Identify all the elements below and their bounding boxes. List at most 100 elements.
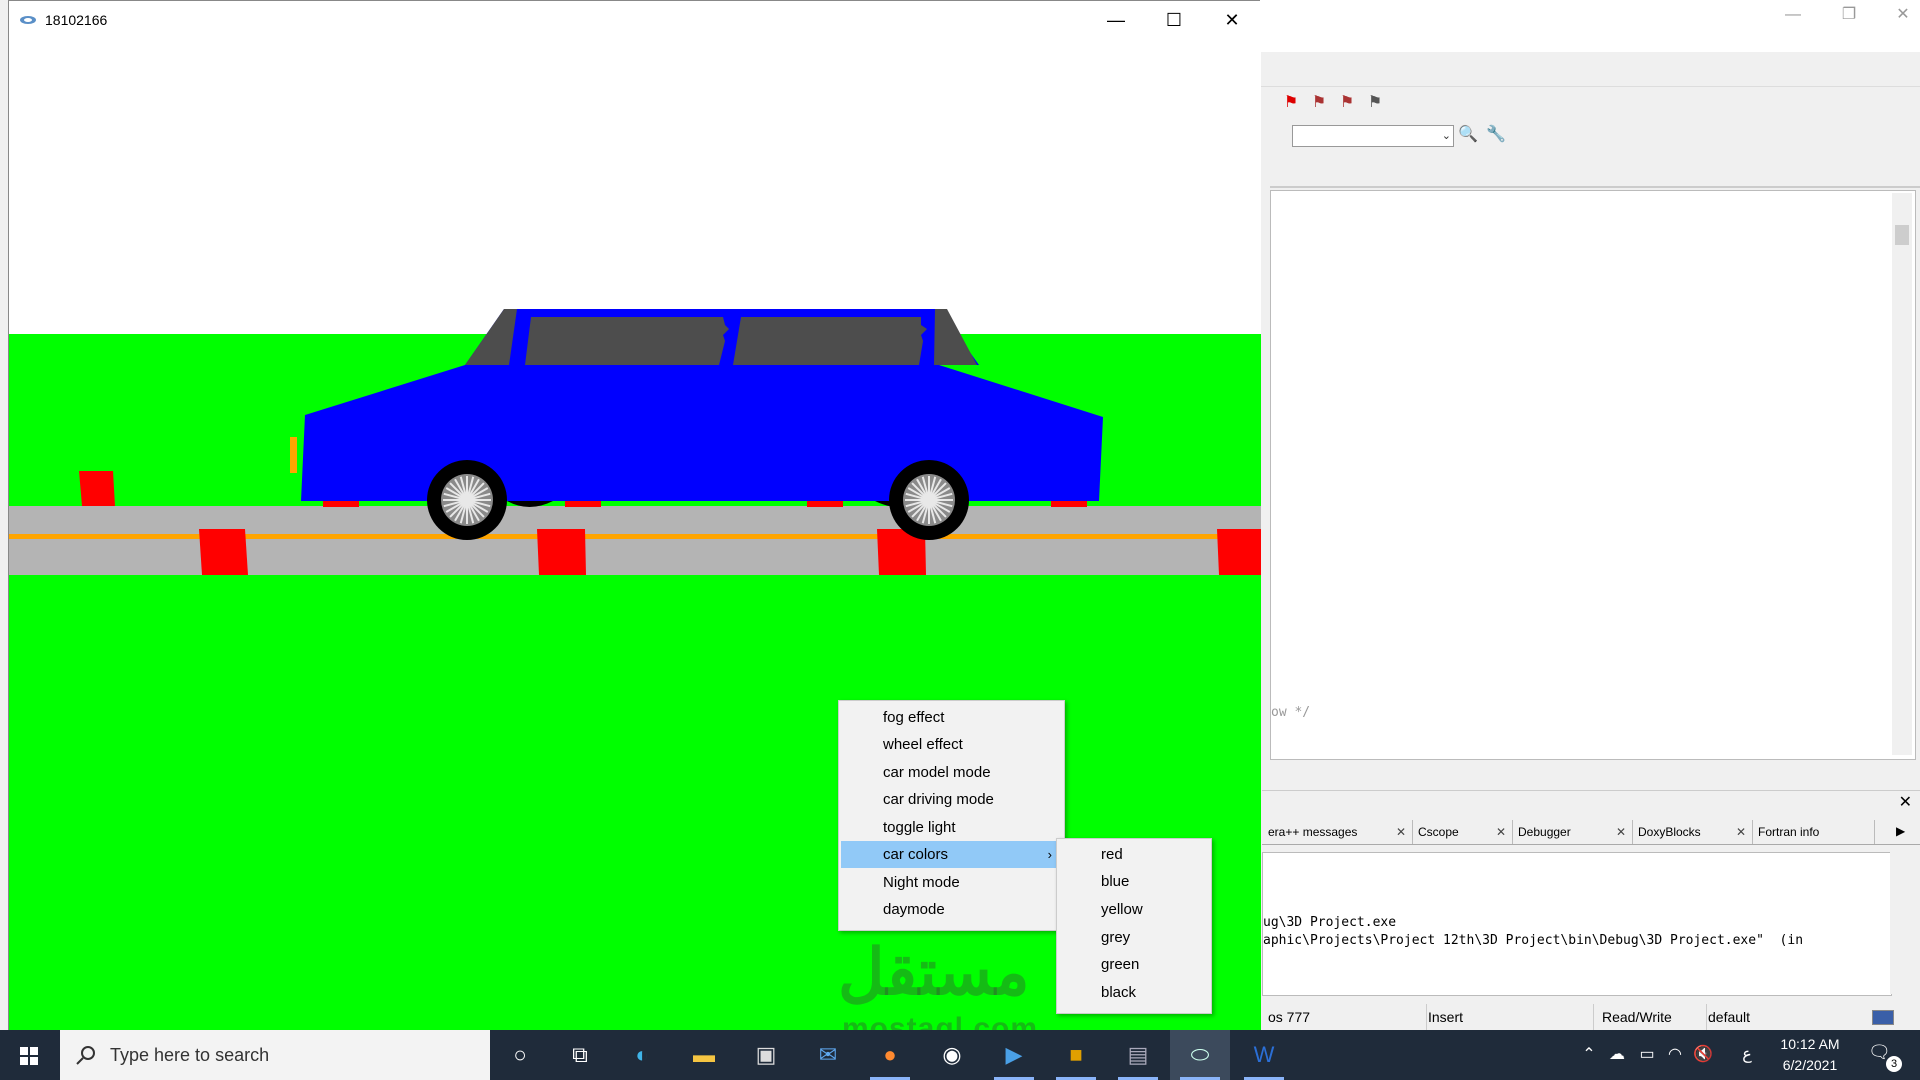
ide-close-button[interactable]: ✕: [1880, 0, 1920, 30]
log-line: aphic\Projects\Project 12th\3D Project\b…: [1263, 933, 1804, 948]
bookmark-flag-icon[interactable]: ⚑: [1280, 92, 1302, 114]
wifi-icon[interactable]: ◠: [1664, 1044, 1686, 1064]
submenu-item-blue[interactable]: blue: [1059, 868, 1209, 895]
submenu-item-green[interactable]: green: [1059, 951, 1209, 978]
opengl-app-icon[interactable]: ⬭: [1170, 1030, 1230, 1080]
menu-item-car-colors[interactable]: car colors ›: [841, 841, 1062, 868]
watermark-logo: مستقل: [838, 936, 1030, 1008]
log-line: ug\3D Project.exe: [1263, 915, 1397, 930]
editor-vertical-scrollbar[interactable]: [1892, 193, 1912, 755]
ide-editor-tabs: [1270, 164, 1920, 188]
task-view-icon[interactable]: ⧉: [550, 1030, 610, 1080]
word-icon[interactable]: W: [1234, 1030, 1294, 1080]
maximize-button[interactable]: ☐: [1145, 1, 1203, 39]
roadside-block: [1217, 529, 1261, 575]
search-placeholder: Type here to search: [110, 1045, 270, 1065]
rear-wheel: [889, 460, 969, 540]
app-title: 18102166: [45, 12, 108, 28]
paint-icon[interactable]: ■: [1046, 1030, 1106, 1080]
tab-build-messages[interactable]: era++ messages ✕: [1262, 820, 1413, 844]
car-headlight: [290, 437, 297, 473]
menu-item-toggle-light[interactable]: toggle light: [841, 814, 1062, 841]
file-explorer-icon[interactable]: ▬: [674, 1030, 734, 1080]
tab-fortran-info[interactable]: Fortran info: [1752, 820, 1875, 844]
log-vertical-scrollbar[interactable]: [1890, 852, 1912, 994]
ide-titlebar: — ❐ ✕: [1260, 0, 1920, 52]
next-bookmark-icon[interactable]: ⚑: [1336, 92, 1358, 114]
app-icon: [19, 13, 37, 27]
chevron-down-icon: ⌄: [1441, 130, 1451, 142]
show-hidden-icons[interactable]: ⌃: [1578, 1044, 1600, 1064]
search-icon[interactable]: 🔍: [1458, 124, 1478, 144]
codeblocks-window-icon[interactable]: ▤: [1108, 1030, 1168, 1080]
cloud-icon[interactable]: ☁: [1606, 1044, 1628, 1064]
whatsapp-icon[interactable]: ◉: [922, 1030, 982, 1080]
cortana-icon[interactable]: ○: [490, 1030, 550, 1080]
battery-icon[interactable]: ▭: [1636, 1044, 1658, 1064]
language-indicator[interactable]: ع: [1736, 1044, 1758, 1064]
road: [9, 506, 1261, 575]
close-button[interactable]: ✕: [1203, 1, 1261, 39]
close-logs-icon[interactable]: ✕: [1899, 792, 1912, 812]
menu-item-car-driving-mode[interactable]: car driving mode: [841, 786, 1062, 813]
flag-icon: [1872, 1010, 1894, 1025]
roadside-block: [537, 529, 586, 575]
close-tab-icon[interactable]: ✕: [1736, 820, 1746, 844]
volume-muted-icon[interactable]: 🔇: [1692, 1044, 1714, 1064]
ide-minimize-button[interactable]: —: [1770, 0, 1816, 30]
insert-mode: Insert: [1422, 1004, 1594, 1030]
ide-symbol-combo[interactable]: ⌄: [1292, 125, 1454, 147]
app-titlebar[interactable]: 18102166 — ☐ ✕: [9, 1, 1261, 39]
taskbar: Type here to search ○ ⧉ ◐ ▬ ▣ ✉ ● ◉ ▶ ■ …: [0, 1030, 1920, 1080]
close-tab-icon[interactable]: ✕: [1396, 820, 1406, 844]
cursor-position: os 777: [1262, 1004, 1427, 1030]
car-window: [733, 317, 927, 365]
car-window: [525, 317, 729, 365]
tab-debugger[interactable]: Debugger ✕: [1512, 820, 1633, 844]
sky: [9, 39, 1261, 334]
minimize-button[interactable]: —: [1087, 1, 1145, 39]
ide-toolbar: [1260, 86, 1920, 121]
scrollbar-thumb[interactable]: [1895, 225, 1909, 245]
edge-browser-icon[interactable]: ◐: [612, 1030, 672, 1080]
code-fragment: ow */: [1271, 705, 1311, 720]
logs-tab-bar: era++ messages ✕ Cscope ✕ Debugger ✕ DoxyBl…: [1262, 820, 1920, 845]
profile-name: default: [1708, 1009, 1751, 1025]
wrench-icon[interactable]: 🔧: [1486, 124, 1506, 144]
ide-statusbar: os 777 Insert Read/Write default: [1262, 1004, 1920, 1030]
start-button[interactable]: [0, 1030, 60, 1080]
menu-item-night-mode[interactable]: Night mode: [841, 869, 1062, 896]
notification-count: 3: [1886, 1056, 1902, 1072]
submenu-item-grey[interactable]: grey: [1059, 924, 1209, 951]
code-editor[interactable]: ow */: [1270, 190, 1916, 760]
clock[interactable]: 10:12 AM 6/2/2021: [1760, 1034, 1860, 1076]
menu-item-wheel-effect[interactable]: wheel effect: [841, 731, 1062, 758]
menu-item-car-model-mode[interactable]: car model mode: [841, 759, 1062, 786]
editor-horizontal-scrollbar[interactable]: [1270, 760, 1914, 776]
store-icon[interactable]: ▣: [736, 1030, 796, 1080]
chevron-right-icon: ›: [1047, 847, 1052, 862]
ide-restore-button[interactable]: ❐: [1826, 0, 1872, 30]
roadside-block: [199, 529, 248, 575]
menu-item-daymode[interactable]: daymode: [841, 896, 1062, 923]
prev-bookmark-icon[interactable]: ⚑: [1308, 92, 1330, 114]
submenu-item-red[interactable]: red: [1059, 841, 1209, 868]
close-tab-icon[interactable]: ✕: [1616, 820, 1626, 844]
mail-icon[interactable]: ✉: [798, 1030, 858, 1080]
firefox-icon[interactable]: ●: [860, 1030, 920, 1080]
tab-doxyblocks[interactable]: DoxyBlocks ✕: [1632, 820, 1753, 844]
submenu-item-black[interactable]: black: [1059, 979, 1209, 1006]
menu-item-fog-effect[interactable]: fog effect: [841, 704, 1062, 731]
tab-scroll-right-icon[interactable]: ▶: [1896, 824, 1905, 838]
windows-icon: [20, 1047, 38, 1065]
close-tab-icon[interactable]: ✕: [1496, 820, 1506, 844]
tab-cscope[interactable]: Cscope ✕: [1412, 820, 1513, 844]
logs-panel-header: ✕: [1262, 790, 1920, 813]
submenu-item-yellow[interactable]: yellow: [1059, 896, 1209, 923]
media-player-icon[interactable]: ▶: [984, 1030, 1044, 1080]
taskbar-search[interactable]: Type here to search: [60, 1030, 490, 1080]
context-menu: fog effect wheel effect car model mode c…: [838, 700, 1065, 931]
car-colors-submenu: red blue yellow grey green black: [1056, 838, 1212, 1014]
car-body: [301, 365, 1103, 501]
clear-bookmarks-icon[interactable]: ⚑: [1364, 92, 1386, 114]
